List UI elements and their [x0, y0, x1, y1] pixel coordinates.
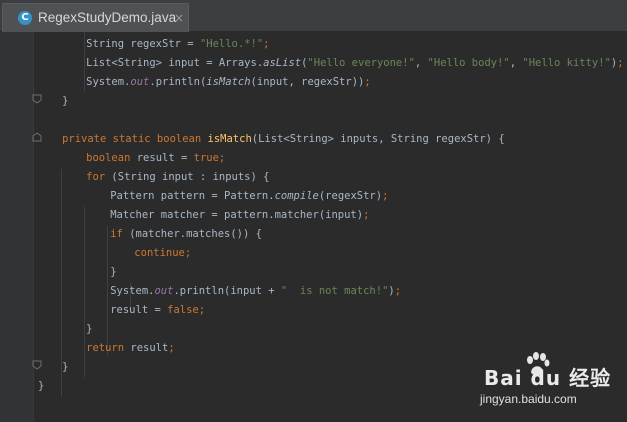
- code-line[interactable]: for (String input : inputs) {: [86, 168, 269, 187]
- tab-regexstudydemo[interactable]: C RegexStudyDemo.java ×: [2, 3, 189, 32]
- watermark-logo: Bai du 经验: [484, 366, 612, 390]
- code-line[interactable]: }: [86, 320, 92, 339]
- watermark-url: jingyan.baidu.com: [480, 392, 577, 406]
- code-line[interactable]: Pattern pattern = Pattern.compile(regexS…: [110, 187, 388, 206]
- code-line[interactable]: if (matcher.matches()) {: [110, 225, 262, 244]
- editor-gutter: [7, 32, 42, 422]
- left-tool-strip: [0, 32, 7, 422]
- indent-guide: [107, 226, 108, 356]
- tab-title: RegexStudyDemo.java: [38, 10, 177, 25]
- class-icon: C: [18, 11, 32, 25]
- code-line[interactable]: boolean result = true;: [86, 149, 225, 168]
- code-line[interactable]: List<String> input = Arrays.asList("Hell…: [86, 54, 623, 73]
- code-line[interactable]: String regexStr = "Hello.*!";: [86, 35, 269, 54]
- code-line[interactable]: }: [110, 263, 116, 282]
- code-line[interactable]: result = false;: [110, 301, 205, 320]
- baidu-jingyan-watermark: Bai du 经验 jingyan.baidu.com: [470, 352, 620, 418]
- code-line[interactable]: return result;: [86, 339, 175, 358]
- editor-tab-bar: C RegexStudyDemo.java ×: [0, 0, 627, 32]
- close-icon[interactable]: ×: [174, 10, 184, 26]
- code-line[interactable]: }: [38, 377, 44, 396]
- code-line[interactable]: continue;: [134, 244, 191, 263]
- code-line[interactable]: Matcher matcher = pattern.matcher(input)…: [110, 206, 369, 225]
- code-line[interactable]: System.out.println(input + " is not matc…: [110, 282, 401, 301]
- code-line[interactable]: }: [62, 358, 68, 377]
- indent-guide: [84, 32, 85, 92]
- code-line[interactable]: private static boolean isMatch(List<Stri…: [62, 130, 505, 149]
- indent-guide: [84, 207, 85, 377]
- code-line[interactable]: System.out.println(isMatch(input, regexS…: [86, 73, 371, 92]
- code-line[interactable]: }: [62, 92, 68, 111]
